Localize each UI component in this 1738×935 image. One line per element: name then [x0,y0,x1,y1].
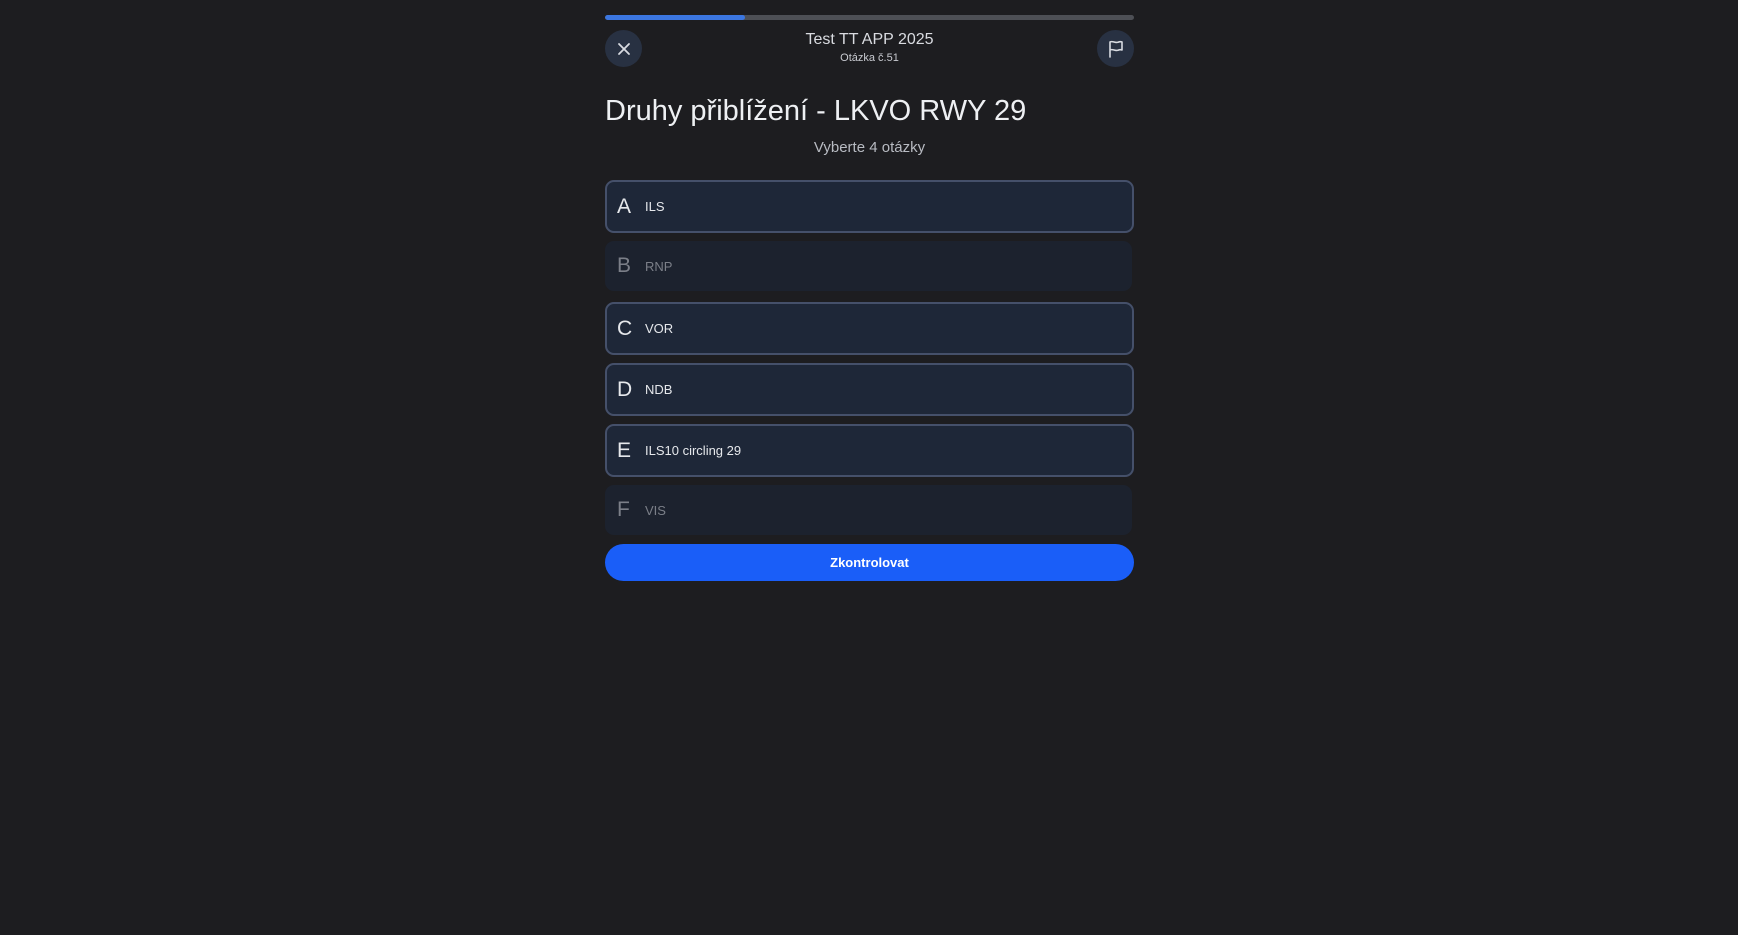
option-text: ILS10 circling 29 [645,443,742,458]
close-icon [617,42,630,55]
test-title: Test TT APP 2025 [805,31,934,48]
option-text: NDB [645,382,673,397]
option-text: VOR [645,321,674,336]
progress-bar-fill [605,15,746,20]
option-letter: C [617,316,633,340]
option-e[interactable]: E ILS10 circling 29 [605,424,1134,477]
flag-icon [1108,40,1123,58]
question-title: Druhy přiblížení - LKVO RWY 29 [605,95,1027,127]
quiz-header: Test TT APP 2025 Otázka č.51 [605,30,1134,68]
option-d[interactable]: D NDB [605,363,1134,416]
header-titles: Test TT APP 2025 Otázka č.51 [685,30,1054,66]
question-number: Otázka č.51 [840,52,899,64]
option-text: ILS [645,199,665,214]
option-letter: E [617,438,632,462]
question-instruction: Vyberte 4 otázky [813,139,926,156]
close-button[interactable] [605,30,642,67]
progress-bar [605,15,1134,20]
option-letter: A [617,194,632,218]
option-letter: F [617,498,630,521]
check-answer-button[interactable]: Zkontrolovat [605,544,1134,581]
option-c[interactable]: C VOR [605,302,1134,355]
option-text: RNP [645,258,673,274]
option-f[interactable]: F VIS [605,485,1132,535]
option-text: VIS [645,502,666,518]
answer-options: A ILS B RNP C VOR D NDB E ILS10 circling… [605,180,1134,546]
option-letter: B [617,254,632,277]
option-letter: D [617,377,633,401]
option-a[interactable]: A ILS [605,180,1134,233]
option-b[interactable]: B RNP [605,241,1132,291]
flag-button[interactable] [1097,30,1134,67]
